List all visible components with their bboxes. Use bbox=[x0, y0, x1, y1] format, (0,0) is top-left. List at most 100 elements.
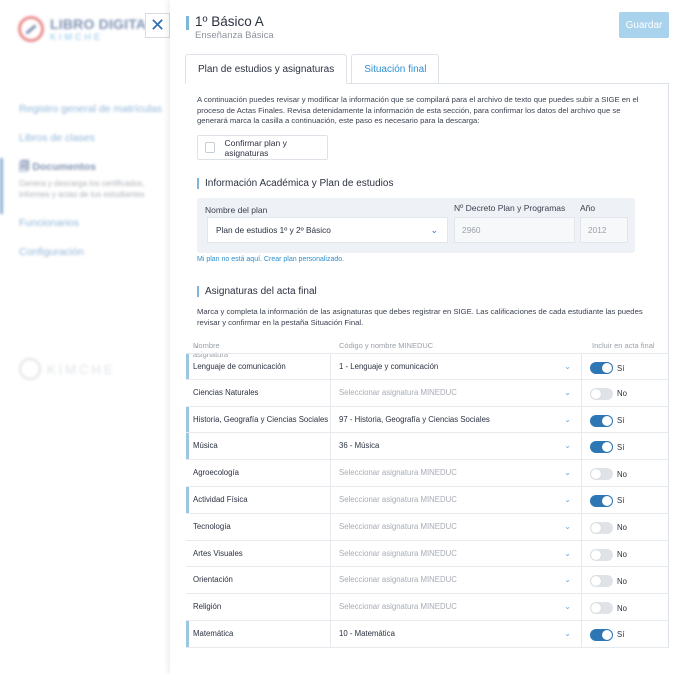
include-toggle[interactable]: No bbox=[590, 602, 627, 615]
tab-plan-de-estudios[interactable]: Plan de estudios y asignaturas bbox=[185, 54, 348, 84]
table-row: Ciencias Naturales Seleccionar asignatura… bbox=[186, 379, 669, 407]
include-toggle[interactable]: Sí bbox=[590, 414, 624, 427]
sidebar-item-funcionarios[interactable]: Funcionarios bbox=[0, 214, 172, 243]
include-toggle[interactable]: Sí bbox=[590, 441, 625, 454]
plan-select[interactable]: Plan de estudios 1º y 2º Básico ⌄ bbox=[207, 217, 448, 243]
mineduc-select[interactable]: Seleccionar asignatura MINEDUC ⌄ bbox=[330, 594, 582, 620]
toggle-switch[interactable] bbox=[590, 602, 613, 615]
table-header: Nombre asignatura ⌄ Código y nombre MINE… bbox=[189, 341, 669, 359]
sidebar-nav: Registro general de matrículas Libros de… bbox=[0, 100, 172, 272]
chevron-down-icon: ⌄ bbox=[564, 628, 571, 638]
close-button[interactable]: ✕ bbox=[145, 13, 170, 38]
mineduc-select[interactable]: Seleccionar asignatura MINEDUC ⌄ bbox=[330, 513, 582, 540]
chevron-down-icon: ⌄ bbox=[564, 441, 571, 451]
mineduc-select-value: Seleccionar asignatura MINEDUC bbox=[339, 521, 457, 531]
include-label: No bbox=[617, 576, 627, 586]
mineduc-select-value: Seleccionar asignatura MINEDUC bbox=[339, 602, 457, 612]
include-toggle[interactable]: Sí bbox=[590, 362, 624, 374]
toggle-switch[interactable] bbox=[590, 468, 613, 481]
mineduc-select[interactable]: 1 - Lenguaje y comunicación ⌄ bbox=[330, 354, 582, 379]
sidebar-item-registro[interactable]: Registro general de matrículas bbox=[0, 100, 172, 129]
include-toggle[interactable]: No bbox=[590, 387, 627, 400]
sidebar-item-libros[interactable]: Libros de clases bbox=[0, 129, 172, 158]
mineduc-select-value: 1 - Lenguaje y comunicación bbox=[339, 362, 439, 371]
include-label: Sí bbox=[617, 630, 625, 640]
include-toggle[interactable]: No bbox=[590, 548, 627, 561]
include-toggle[interactable]: Sí bbox=[590, 628, 625, 641]
subject-name: Música bbox=[193, 441, 218, 451]
year-label: Año bbox=[580, 203, 596, 213]
footer-logo: KIMCHE bbox=[19, 358, 116, 380]
include-toggle[interactable]: No bbox=[590, 575, 627, 588]
include-toggle[interactable]: Sí bbox=[590, 494, 624, 507]
tab-situacion-final[interactable]: Situación final bbox=[351, 54, 440, 84]
intro-text: A continuación puedes revisar y modifica… bbox=[197, 95, 639, 125]
chevron-down-icon: ⌄ bbox=[564, 575, 571, 585]
subjects-heading: Asignaturas del acta final bbox=[197, 286, 317, 297]
mineduc-select-value: Seleccionar asignatura MINEDUC bbox=[339, 575, 457, 585]
table-row: Agroecología Seleccionar asignatura MINED… bbox=[186, 460, 669, 487]
sidebar-item-label: Configuración bbox=[19, 246, 84, 258]
subjects-table: Lenguaje de comunicación 1 - Lenguaje y c… bbox=[186, 353, 669, 648]
mineduc-select-value: Seleccionar asignatura MINEDUC bbox=[339, 387, 457, 397]
include-toggle[interactable]: No bbox=[590, 468, 627, 481]
kimche-icon bbox=[19, 358, 41, 380]
create-custom-plan-link[interactable]: Mi plan no está aquí. Crear plan persona… bbox=[197, 256, 344, 263]
mineduc-select[interactable]: 36 - Música ⌄ bbox=[330, 433, 582, 460]
sidebar-item-configuracion[interactable]: Configuración bbox=[0, 243, 172, 272]
close-icon: ✕ bbox=[149, 15, 166, 35]
chevron-down-icon: ⌄ bbox=[564, 362, 571, 371]
toggle-switch[interactable] bbox=[590, 414, 613, 427]
toggle-switch[interactable] bbox=[590, 362, 613, 374]
plan-name-label: Nombre del plan bbox=[205, 205, 268, 215]
plan-box: Nombre del plan Plan de estudios 1º y 2º… bbox=[197, 198, 635, 253]
mineduc-select-value: Seleccionar asignatura MINEDUC bbox=[339, 468, 457, 478]
toggle-switch[interactable] bbox=[590, 387, 613, 400]
chevron-down-icon: ⌄ bbox=[564, 494, 571, 504]
include-label: No bbox=[617, 523, 627, 533]
course-panel: 1º Básico A Enseñanza Básica Guardar Pla… bbox=[170, 0, 688, 674]
included-marker bbox=[186, 354, 189, 379]
sidebar-item-documentos[interactable]: 🗐 Documentos Genera y descarga los certi… bbox=[0, 158, 172, 214]
include-label: Sí bbox=[617, 442, 625, 452]
mineduc-select[interactable]: Seleccionar asignatura MINEDUC ⌄ bbox=[330, 379, 582, 406]
mineduc-select[interactable]: Seleccionar asignatura MINEDUC ⌄ bbox=[330, 540, 582, 567]
save-button[interactable]: Guardar bbox=[619, 12, 669, 38]
compass-logo-icon bbox=[18, 16, 44, 42]
toggle-switch[interactable] bbox=[590, 575, 613, 588]
logo-subtitle: KIMCHE bbox=[50, 31, 104, 42]
mineduc-select[interactable]: 10 - Matemática ⌄ bbox=[330, 620, 582, 647]
toggle-switch[interactable] bbox=[590, 628, 613, 641]
subject-name: Lenguaje de comunicación bbox=[193, 362, 286, 371]
toggle-switch[interactable] bbox=[590, 494, 613, 507]
mineduc-select[interactable]: Seleccionar asignatura MINEDUC ⌄ bbox=[330, 567, 582, 594]
subject-name: Ciencias Naturales bbox=[193, 387, 259, 397]
toggle-switch[interactable] bbox=[590, 548, 613, 561]
decree-field[interactable]: 2960 bbox=[454, 217, 575, 243]
decree-label: Nº Decreto Plan y Programas bbox=[454, 203, 566, 213]
chevron-down-icon: ⌄ bbox=[564, 602, 571, 612]
subject-name: Agroecología bbox=[193, 468, 239, 478]
mineduc-select[interactable]: Seleccionar asignatura MINEDUC ⌄ bbox=[330, 486, 582, 513]
col-include-header: Incluir en acta final bbox=[592, 341, 655, 350]
mineduc-select-value: Seleccionar asignatura MINEDUC bbox=[339, 494, 457, 504]
mineduc-select[interactable]: Seleccionar asignatura MINEDUC ⌄ bbox=[330, 460, 582, 486]
toggle-switch[interactable] bbox=[590, 441, 613, 454]
app-logo: LIBRO DIGITAL KIMCHE bbox=[18, 16, 155, 42]
table-row: Lenguaje de comunicación 1 - Lenguaje y c… bbox=[186, 353, 669, 380]
sidebar-item-description: Genera y descarga los certificados, info… bbox=[19, 179, 145, 199]
checkbox-icon[interactable] bbox=[205, 142, 216, 153]
chevron-down-icon: ⌄ bbox=[430, 225, 438, 235]
subject-name: Religión bbox=[193, 602, 222, 612]
mineduc-select[interactable]: 97 - Historia, Geografía y Ciencias Soci… bbox=[330, 406, 582, 433]
toggle-switch[interactable] bbox=[590, 521, 613, 534]
subject-name: Artes Visuales bbox=[193, 548, 243, 558]
year-field[interactable]: 2012 bbox=[580, 217, 628, 243]
table-row: Historia, Geografía y Ciencias Sociales 9… bbox=[186, 406, 669, 434]
confirm-checkbox[interactable]: Confirmar plan y asignaturas bbox=[197, 135, 328, 160]
sidebar-item-label: Registro general de matrículas bbox=[19, 103, 162, 115]
table-row: Artes Visuales Seleccionar asignatura MIN… bbox=[186, 540, 669, 568]
sidebar-item-label: Funcionarios bbox=[19, 217, 80, 229]
include-toggle[interactable]: No bbox=[590, 521, 627, 534]
table-row: Música 36 - Música ⌄ Sí bbox=[186, 433, 669, 461]
